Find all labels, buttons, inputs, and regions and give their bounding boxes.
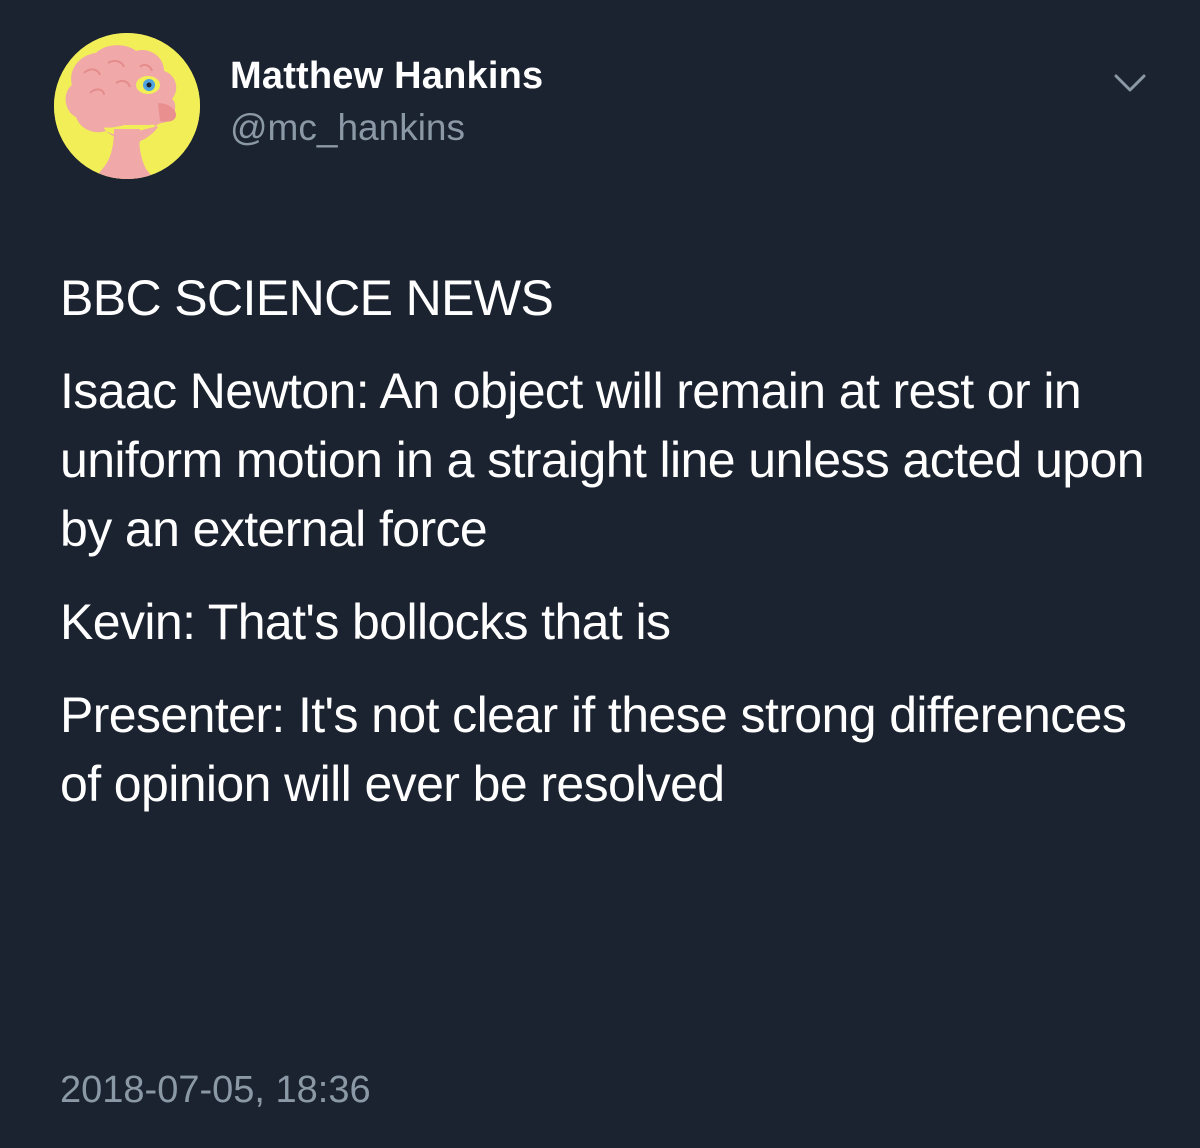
chevron-down-icon <box>1114 74 1146 92</box>
tweet-paragraph: Kevin: That's bollocks that is <box>60 594 671 650</box>
tweet-paragraph: Presenter: It's not clear if these stron… <box>60 687 1127 812</box>
tweet-paragraph: Isaac Newton: An object will remain at r… <box>60 363 1145 557</box>
author-name[interactable]: Matthew Hankins <box>230 54 543 98</box>
tweet-paragraph: BBC SCIENCE NEWS <box>60 270 554 326</box>
tweet-card: Matthew Hankins @mc_hankins BBC SCIENCE … <box>0 0 1200 1148</box>
tweet-text: BBC SCIENCE NEWS Isaac Newton: An object… <box>60 264 1160 843</box>
tweet-menu-button[interactable] <box>1108 66 1152 100</box>
author-handle[interactable]: @mc_hankins <box>230 106 465 150</box>
avatar[interactable] <box>54 33 200 179</box>
tweet-timestamp[interactable]: 2018-07-05, 18:36 <box>60 1066 371 1114</box>
cartoon-head-icon <box>54 33 200 179</box>
